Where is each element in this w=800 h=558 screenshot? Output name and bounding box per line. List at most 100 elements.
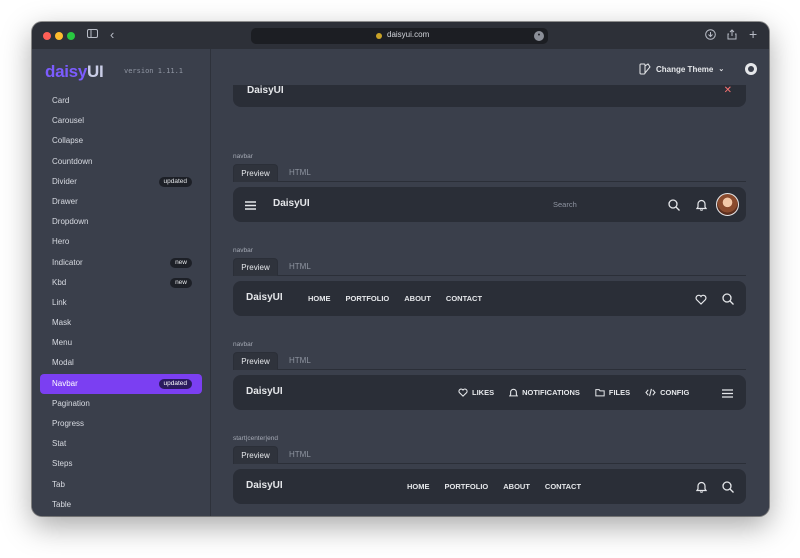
- sidebar-item-label: Drawer: [52, 196, 78, 206]
- address-bar[interactable]: daisyui.com •: [251, 28, 548, 44]
- maximize-window-button[interactable]: [67, 32, 75, 40]
- sidebar-item-progress[interactable]: Progress: [40, 414, 202, 434]
- status-badge: updated: [158, 378, 192, 389]
- new-tab-icon[interactable]: +: [749, 26, 757, 42]
- download-icon[interactable]: [705, 29, 716, 43]
- menu-item-files[interactable]: FILES: [595, 388, 630, 397]
- sidebar-item-navbar[interactable]: Navbar updated: [40, 373, 202, 394]
- sidebar-item-tab[interactable]: Tab: [40, 475, 202, 495]
- search-icon[interactable]: [722, 480, 734, 498]
- sidebar-item-label: Dropdown: [52, 217, 89, 227]
- sidebar-item-label: Card: [52, 96, 70, 105]
- tab-preview[interactable]: Preview: [233, 446, 278, 464]
- card-title: DaisyUI: [247, 85, 284, 96]
- url-text: daisyui.com: [387, 30, 430, 39]
- bell-icon[interactable]: [695, 198, 708, 216]
- code-icon: [645, 388, 656, 397]
- menu-item-portfolio[interactable]: PORTFOLIO: [445, 482, 489, 491]
- sidebar-item-label: Carousel: [52, 116, 85, 126]
- menu-item-home[interactable]: HOME: [407, 482, 430, 491]
- sidebar-item-dropdown[interactable]: Dropdown: [40, 212, 202, 232]
- section-label: start|center|end: [233, 435, 278, 442]
- sidebar-item-label: Navbar: [52, 378, 78, 388]
- navbar-brand[interactable]: DaisyUI: [246, 480, 283, 491]
- menu-item-config[interactable]: CONFIG: [645, 388, 689, 397]
- tab-preview[interactable]: Preview: [233, 164, 278, 182]
- tab-html[interactable]: HTML: [289, 446, 311, 464]
- version-label: version 1.11.1: [124, 67, 184, 75]
- menu-item-about[interactable]: ABOUT: [503, 482, 530, 491]
- tab-html[interactable]: HTML: [289, 258, 311, 276]
- menu-item-contact[interactable]: CONTACT: [446, 294, 482, 303]
- sidebar-item-label: Kbd: [52, 277, 67, 287]
- sidebar-toggle-icon[interactable]: [87, 29, 98, 41]
- sidebar-item-modal[interactable]: Modal: [40, 353, 202, 373]
- sidebar-item-divider[interactable]: Divider updated: [40, 172, 202, 192]
- search-icon[interactable]: [722, 292, 734, 310]
- sidebar-item-carousel[interactable]: Carousel: [40, 111, 202, 131]
- navbar-preview: DaisyUI HOME PORTFOLIO ABOUT CONTACT: [233, 281, 746, 316]
- tab-preview[interactable]: Preview: [233, 352, 278, 370]
- chevron-down-icon: ⌄: [718, 66, 725, 73]
- hamburger-menu-icon[interactable]: [722, 386, 733, 404]
- avatar[interactable]: [716, 193, 739, 216]
- sidebar-item-stat[interactable]: Stat: [40, 434, 202, 454]
- github-icon[interactable]: [745, 63, 757, 75]
- daisyui-logo[interactable]: daisyUI: [45, 62, 104, 82]
- sidebar-item-menu[interactable]: Menu: [40, 333, 202, 353]
- sidebar-item-drawer[interactable]: Drawer: [40, 192, 202, 212]
- sidebar-item-kbd[interactable]: Kbd new: [40, 273, 202, 293]
- change-theme-button[interactable]: Change Theme ⌄: [639, 63, 724, 75]
- menu-item-notifications[interactable]: NOTIFICATIONS: [509, 388, 580, 398]
- navbar-preview: DaisyUI HOME PORTFOLIO ABOUT CONTACT: [233, 469, 746, 504]
- sidebar-item-countdown[interactable]: Countdown: [40, 152, 202, 172]
- menu-item-likes[interactable]: LIKES: [458, 388, 494, 397]
- share-icon[interactable]: [727, 29, 737, 43]
- sidebar-item-link[interactable]: Link: [40, 293, 202, 313]
- status-badge: new: [170, 257, 192, 268]
- sidebar-item-label: Table: [52, 499, 72, 509]
- sidebar-item-label: Progress: [52, 419, 85, 428]
- sidebar-item-label: Stat: [52, 439, 67, 449]
- sidebar: daisyUI version 1.11.1 Card Carousel Colla…: [32, 49, 211, 516]
- navbar-brand[interactable]: DaisyUI: [246, 386, 283, 397]
- bell-icon[interactable]: [695, 480, 708, 498]
- menu-item-about[interactable]: ABOUT: [404, 294, 431, 303]
- sidebar-item-label: Link: [52, 297, 67, 307]
- sidebar-item-indicator[interactable]: Indicator new: [40, 253, 202, 273]
- navbar-brand[interactable]: DaisyUI: [273, 198, 310, 209]
- search-icon[interactable]: [668, 198, 680, 216]
- search-input[interactable]: Search: [553, 200, 577, 209]
- sidebar-item-card[interactable]: Card: [40, 91, 202, 111]
- hamburger-menu-icon[interactable]: [245, 198, 256, 216]
- sidebar-item-mask[interactable]: Mask: [40, 313, 202, 333]
- folder-icon: [595, 389, 605, 397]
- sidebar-item-pagination[interactable]: Pagination: [40, 394, 202, 414]
- tab-html[interactable]: HTML: [289, 164, 311, 182]
- sidebar-item-hero[interactable]: Hero: [40, 232, 202, 252]
- sidebar-item-collapse[interactable]: Collapse: [40, 131, 202, 151]
- minimize-window-button[interactable]: [55, 32, 63, 40]
- heart-icon[interactable]: [695, 292, 707, 310]
- example-tabs: Preview HTML: [233, 164, 746, 182]
- menu-item-contact[interactable]: CONTACT: [545, 482, 581, 491]
- sidebar-item-steps[interactable]: Steps: [40, 454, 202, 474]
- menu-item-home[interactable]: HOME: [308, 294, 331, 303]
- close-window-button[interactable]: [43, 32, 51, 40]
- navbar-example-2: navbar Preview HTML DaisyUI HOME PORTFOL…: [233, 247, 746, 316]
- navbar-preview: DaisyUI Search: [233, 187, 746, 222]
- example-tabs: Preview HTML: [233, 446, 746, 464]
- navbar-brand[interactable]: DaisyUI: [246, 292, 283, 303]
- sidebar-item-table[interactable]: Table: [40, 495, 202, 515]
- tab-html[interactable]: HTML: [289, 352, 311, 370]
- sidebar-item-label: Modal: [52, 358, 74, 368]
- status-badge: new: [170, 277, 192, 288]
- browser-titlebar: ‹ daisyui.com • +: [32, 22, 769, 49]
- top-bar: Change Theme ⌄: [212, 49, 769, 89]
- section-label: navbar: [233, 341, 253, 348]
- reader-icon[interactable]: •: [534, 31, 544, 41]
- back-icon[interactable]: ‹: [110, 27, 114, 42]
- close-icon[interactable]: ✕: [724, 85, 732, 96]
- menu-item-portfolio[interactable]: PORTFOLIO: [346, 294, 390, 303]
- tab-preview[interactable]: Preview: [233, 258, 278, 276]
